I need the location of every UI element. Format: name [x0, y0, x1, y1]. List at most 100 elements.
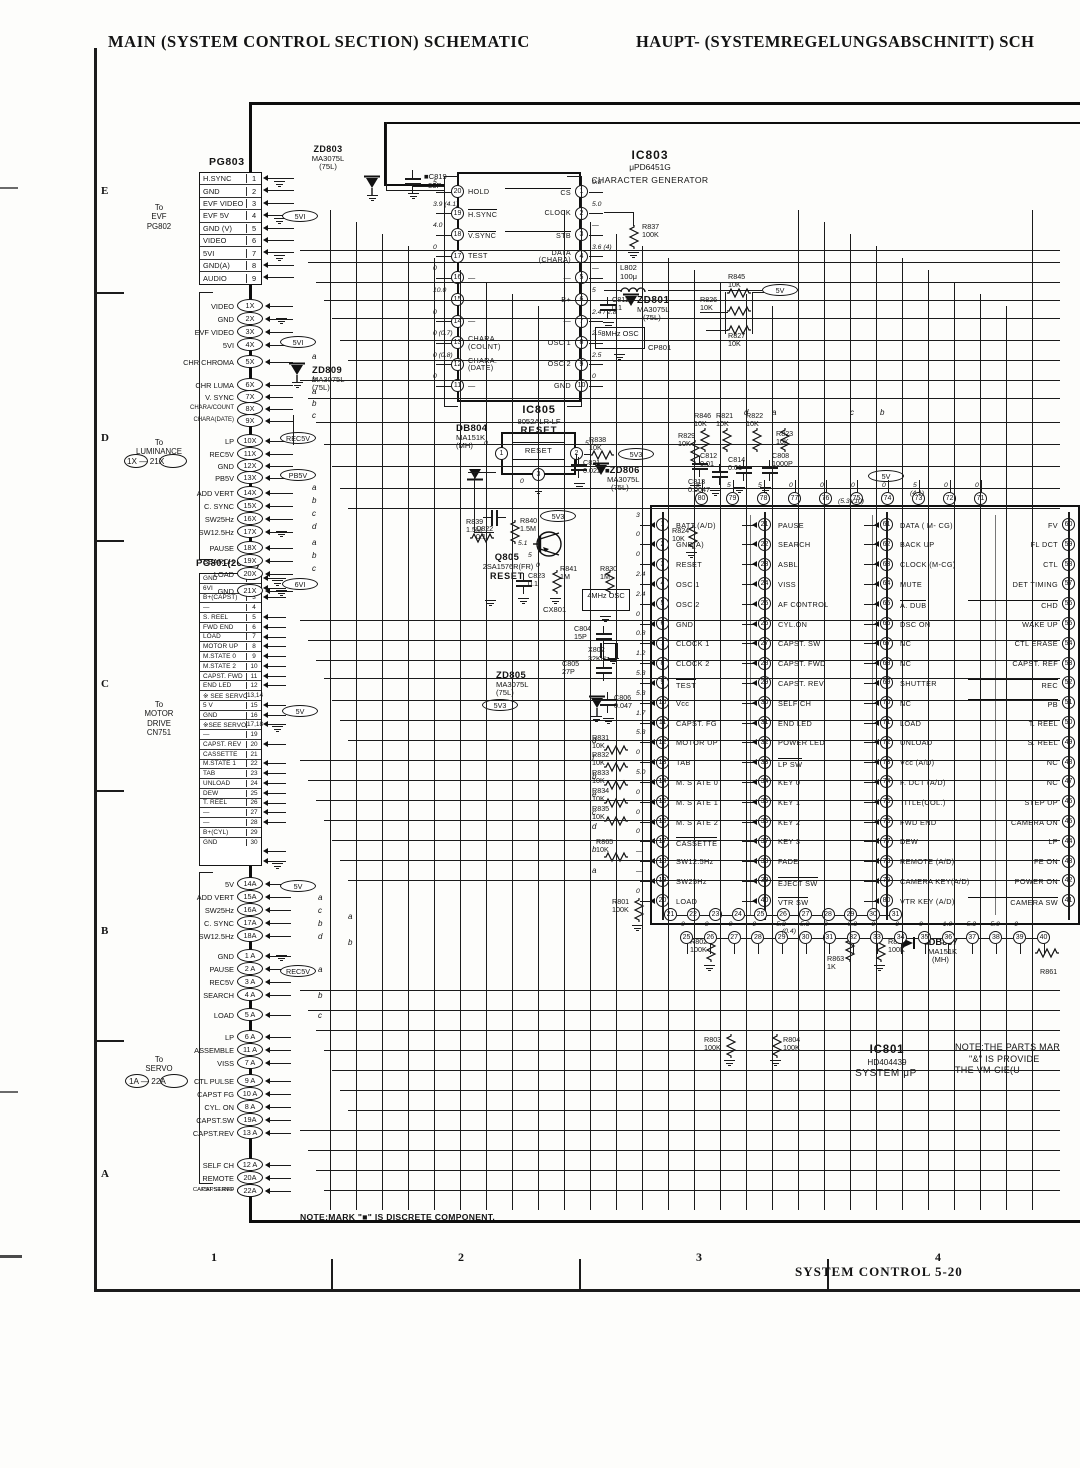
- pg801-pin-row[interactable]: ※SEE SERVO 17,18: [200, 720, 263, 731]
- servo-pin-node[interactable]: 14A: [237, 877, 263, 890]
- luminance-pin-node[interactable]: 10X: [237, 434, 263, 447]
- pg801-pin-row[interactable]: —4: [200, 603, 261, 614]
- pg801-pin-label: M.STATE 0: [203, 653, 236, 660]
- pg801-pin-row[interactable]: DEW 25: [200, 789, 261, 799]
- r837-ground-icon: [628, 252, 639, 259]
- luminance-pin-node[interactable]: 17X: [237, 525, 263, 538]
- ic801-top-note-voltage: (4.1): [910, 490, 924, 497]
- servo-pin-node[interactable]: 5 A: [237, 1008, 263, 1021]
- servo-pin-node[interactable]: 6 A: [237, 1030, 263, 1043]
- pg801-pin-row[interactable]: — 19: [200, 730, 261, 741]
- ic803-pin-circle: 19: [451, 206, 464, 220]
- pg801-pin-row[interactable]: END LED 12: [200, 681, 261, 692]
- pg801-pin-row[interactable]: — 27: [200, 808, 261, 819]
- pg801-pin-row[interactable]: FWD END 6: [200, 623, 261, 633]
- servo-pin-node[interactable]: 8 A: [237, 1100, 263, 1113]
- luminance-pin-node[interactable]: 2X: [237, 312, 263, 325]
- pg803-pin-row[interactable]: H.SYNC 1: [200, 173, 261, 186]
- pg803-pin-row[interactable]: 5VI 7: [200, 247, 261, 260]
- luminance-pin-node[interactable]: 15X: [237, 499, 263, 512]
- pg803-pin-row[interactable]: VIDEO 6: [200, 235, 261, 248]
- ic801-col4-pin-label: CAMERA SW: [968, 896, 1058, 907]
- luminance-pin-node[interactable]: 9X: [237, 414, 263, 427]
- pg803-pin-row[interactable]: EVF VIDEO 3: [200, 198, 261, 211]
- wire-segment: [805, 944, 807, 954]
- pg803-pin-row[interactable]: GND 2: [200, 185, 261, 198]
- pg801-pin-row[interactable]: MOTOR UP 8: [200, 642, 261, 653]
- luminance-pin-node[interactable]: 21X: [237, 584, 263, 597]
- luminance-pin-node[interactable]: 1X: [237, 299, 263, 312]
- pg801-pin-row[interactable]: T. REEL 26: [200, 799, 261, 809]
- pg801-pin-row[interactable]: M.STATE 2 10: [200, 662, 261, 672]
- pg801-pin-row[interactable]: B+(CYL) 29: [200, 828, 261, 838]
- servo-pin-node[interactable]: 20A: [237, 1171, 263, 1184]
- servo-pin-node[interactable]: 11 A: [237, 1043, 263, 1056]
- servo-pin-node[interactable]: 1 A: [237, 949, 263, 962]
- pg801-pin-row[interactable]: CASSETTE 21: [200, 750, 261, 760]
- pg801-pin-row[interactable]: GND 16: [200, 711, 261, 721]
- pg803-pin-row[interactable]: GND(A) 8: [200, 260, 261, 273]
- servo-pin-node[interactable]: 7 A: [237, 1056, 263, 1069]
- pg801-pin-row[interactable]: S. REEL 5: [200, 613, 261, 623]
- ic801-top-pin: 77: [788, 492, 801, 505]
- pg801-pin-row[interactable]: M.STATE 1 22: [200, 760, 261, 770]
- pg801-pin-row[interactable]: ※ SEE SERVO 13,14: [200, 691, 263, 701]
- wire-segment: [824, 222, 825, 1210]
- wire-segment: [928, 270, 929, 1210]
- signal-letter: c: [312, 564, 316, 573]
- pg801-pin-row[interactable]: UNLOAD 24: [200, 779, 261, 789]
- wire-segment: [694, 270, 695, 1210]
- ic801-col1-pin-voltage: 0: [636, 531, 640, 539]
- pg801-pin-row[interactable]: GND 30: [200, 838, 261, 848]
- ic801-col1-pin-label: GND(A): [676, 540, 705, 550]
- servo-pin-node[interactable]: 19A: [237, 1113, 263, 1126]
- ic801-col2-pin-label: CAPST. REV: [778, 679, 825, 688]
- luminance-pin-node[interactable]: 13X: [237, 471, 263, 484]
- luminance-pin-node[interactable]: 14X: [237, 486, 263, 499]
- ic801-lower-chain-pin: 31: [889, 908, 902, 921]
- pg801-pin-row[interactable]: CAPST. FWD 11: [200, 672, 261, 682]
- ic801-col2-pin-label: FADE: [778, 857, 799, 867]
- servo-pin-node[interactable]: 18A: [237, 929, 263, 942]
- servo-pin-node[interactable]: 10 A: [237, 1087, 263, 1100]
- luminance-pin-node[interactable]: 3X: [237, 325, 263, 338]
- pg801-pin-row[interactable]: CAPST. REV 20: [200, 740, 261, 750]
- servo-pin-node[interactable]: 22A: [237, 1184, 263, 1197]
- servo-pin-node[interactable]: 16A: [237, 903, 263, 916]
- servo-pin-node[interactable]: 13 A: [237, 1126, 263, 1139]
- pg803-pin-row[interactable]: AUDIO 9: [200, 272, 261, 284]
- luminance-pin-node[interactable]: 18X: [237, 541, 263, 554]
- servo-pin-node[interactable]: 4 A: [237, 988, 263, 1001]
- servo-pin-node[interactable]: 12 A: [237, 1158, 263, 1171]
- pg801-pin-row[interactable]: TAB 23: [200, 769, 261, 780]
- luminance-pin-node[interactable]: 19X: [237, 554, 263, 567]
- pg801-pin-row[interactable]: — 28: [200, 818, 261, 828]
- db804-val: (MH): [456, 441, 473, 451]
- servo-pin-node[interactable]: 3 A: [237, 975, 263, 988]
- signal-letter: c: [318, 906, 322, 915]
- servo-bracket-top: [199, 872, 213, 874]
- wire-arrow: [650, 600, 655, 607]
- pg803-pin-row[interactable]: GND (V) 5: [200, 223, 261, 235]
- servo-pin-node[interactable]: 17A: [237, 916, 263, 929]
- pg801-pin-row[interactable]: M.STATE 0 9: [200, 652, 261, 662]
- pg803-pin-row[interactable]: EVF 5V 4: [200, 210, 261, 223]
- connector-pg801[interactable]: GND16VI2B+(CAPST)3—4S. REEL5FWD END6LOAD…: [199, 573, 263, 866]
- wire-segment: [710, 944, 712, 954]
- c823-ground-icon: [518, 598, 529, 605]
- servo-pin-node[interactable]: 2 A: [237, 962, 263, 975]
- connector-pg803[interactable]: H.SYNC 1 GND 2 EVF VIDEO 3 EVF 5V 4 GND (V) 5 VIDE…: [199, 172, 262, 285]
- supply-tag-5v-pg801: 5V: [282, 705, 318, 717]
- pg801-pin-row[interactable]: LOAD 7: [200, 633, 261, 643]
- ic801-col4-pin-label: FE ON: [1033, 857, 1058, 867]
- ic801-top-pin: 78: [757, 492, 770, 505]
- servo-pin-node[interactable]: 15A: [237, 890, 263, 903]
- luminance-pin-node[interactable]: 4X: [237, 338, 263, 351]
- luminance-pin-node[interactable]: 5X: [237, 355, 263, 368]
- luminance-pin-node[interactable]: 20X: [237, 567, 263, 580]
- db807-val: (MH): [932, 955, 949, 965]
- wire-segment: [268, 714, 286, 716]
- servo-pin-node[interactable]: 9 A: [237, 1074, 263, 1087]
- pg801-pin-row[interactable]: 5 V 15: [200, 701, 261, 711]
- luminance-pin-node[interactable]: 16X: [237, 512, 263, 525]
